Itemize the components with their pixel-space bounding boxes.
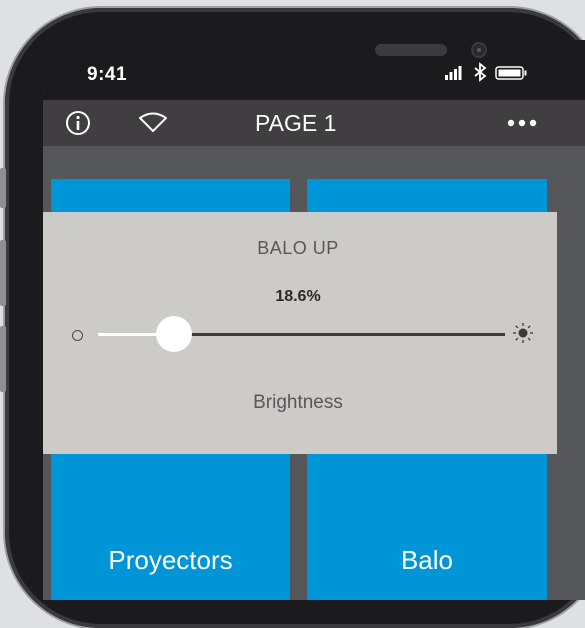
tile-proyectors[interactable]: Proyectors bbox=[51, 450, 290, 600]
wifi-icon[interactable] bbox=[138, 111, 168, 138]
tile-label: Proyectors bbox=[108, 545, 233, 575]
phone-side-button bbox=[0, 326, 6, 392]
tile-label: Balo bbox=[400, 545, 454, 575]
front-camera bbox=[471, 42, 487, 58]
brightness-value: 18.6% bbox=[275, 288, 321, 305]
status-bar: 9:41 bbox=[43, 40, 585, 100]
popup-caption: Brightness bbox=[253, 392, 343, 413]
brightness-high-icon bbox=[512, 322, 534, 349]
dimmer-popup: BALO UP 18.6% Brightness bbox=[43, 212, 557, 454]
phone-screen: 9:41 PAGE 1 Proyectors Balo BALO UP 18.6… bbox=[43, 40, 585, 600]
status-time: 9:41 bbox=[87, 64, 128, 85]
notch bbox=[158, 40, 487, 84]
battery-icon bbox=[495, 66, 527, 80]
bluetooth-icon bbox=[474, 62, 487, 82]
brightness-low-icon bbox=[72, 330, 83, 341]
phone-side-button bbox=[0, 240, 6, 306]
brightness-slider[interactable] bbox=[98, 316, 505, 352]
more-icon[interactable] bbox=[506, 114, 538, 137]
popup-title: BALO UP bbox=[257, 238, 339, 258]
tile-balo[interactable]: Balo bbox=[307, 450, 547, 600]
signal-icon bbox=[445, 66, 462, 80]
status-icons bbox=[445, 62, 535, 87]
page-title: PAGE 1 bbox=[255, 110, 337, 136]
info-icon[interactable] bbox=[65, 110, 91, 141]
speaker-grille bbox=[375, 44, 447, 56]
phone-side-button bbox=[0, 168, 6, 208]
slider-thumb[interactable] bbox=[155, 316, 192, 352]
app-header: PAGE 1 bbox=[43, 100, 585, 146]
